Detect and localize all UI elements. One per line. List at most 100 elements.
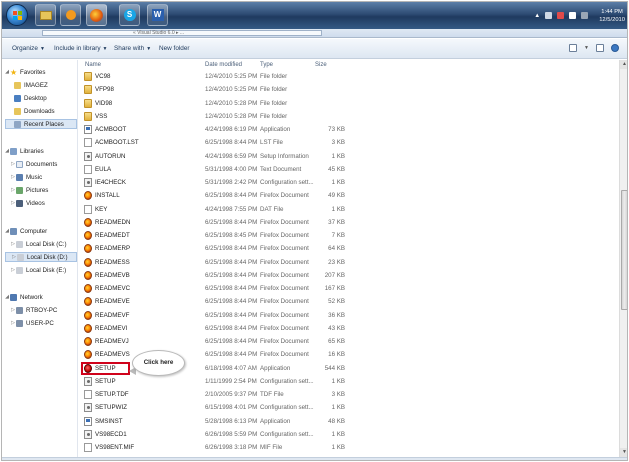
- taskbar-clock[interactable]: 1:44 PM 12/5/2010: [599, 8, 625, 24]
- file-row[interactable]: READMEDT 6/25/1998 8:45 PM Firefox Documen…: [79, 229, 619, 242]
- vertical-scrollbar[interactable]: ▲ ▼: [619, 60, 627, 457]
- explorer-taskbar-icon[interactable]: [35, 4, 56, 26]
- file-row[interactable]: VSS 12/4/2010 5:28 PM File folder: [79, 110, 619, 123]
- column-size[interactable]: Size: [315, 62, 327, 68]
- column-type[interactable]: Type: [260, 62, 273, 68]
- file-row[interactable]: SMSINST 5/28/1998 6:13 PM Application 48 KB: [79, 415, 619, 428]
- nav-disk-c[interactable]: ▷ Local Disk (C:): [10, 239, 67, 249]
- scroll-down-icon[interactable]: ▼: [620, 448, 627, 457]
- file-type: Firefox Document: [260, 311, 309, 319]
- flag-tray-icon[interactable]: [569, 12, 577, 19]
- firefox-document-icon: [84, 350, 92, 360]
- file-name: READMESS: [95, 258, 130, 266]
- nav-videos[interactable]: ▷ Videos: [10, 198, 45, 208]
- file-row[interactable]: SETUP.TDF 2/10/2005 9:37 PM TDF File 3 KB: [79, 388, 619, 401]
- volume-tray-icon[interactable]: [581, 12, 589, 19]
- scroll-up-icon[interactable]: ▲: [620, 60, 627, 69]
- file-date-modified: 6/25/1998 8:44 PM: [205, 218, 258, 226]
- firefox-taskbar-icon[interactable]: [86, 4, 107, 26]
- file-row[interactable]: VID98 12/4/2010 5:28 PM File folder: [79, 97, 619, 110]
- file-row[interactable]: READMEVF 6/25/1998 8:44 PM Firefox Documen…: [79, 309, 619, 322]
- file-type: Firefox Document: [260, 218, 309, 226]
- nav-libraries[interactable]: ◢ Libraries: [4, 146, 44, 156]
- file-date-modified: 6/25/1998 8:44 PM: [205, 192, 258, 200]
- show-hidden-icons-icon[interactable]: ▲: [534, 13, 540, 19]
- nav-favorites[interactable]: ◢ ★ Favorites: [4, 67, 45, 77]
- file-date-modified: 6/25/1998 8:44 PM: [205, 338, 258, 345]
- file-row[interactable]: INSTALL 6/25/1998 8:44 PM Firefox Document…: [79, 189, 619, 202]
- file-row[interactable]: READMEDN 6/25/1998 8:44 PM Firefox Documen…: [79, 216, 619, 229]
- nav-pc-rtboy[interactable]: ▷ RTBOY-PC: [10, 305, 57, 315]
- organize-button[interactable]: Organize ▼: [12, 45, 45, 52]
- file-name: READMEVS: [95, 351, 130, 359]
- media-player-taskbar-icon[interactable]: [60, 4, 81, 26]
- scrollbar-thumb[interactable]: [621, 190, 627, 310]
- nav-desktop[interactable]: Desktop: [14, 93, 47, 103]
- nav-music[interactable]: ▷ Music: [10, 172, 42, 182]
- file-row[interactable]: EULA 5/31/1998 4:00 PM Text Document 45 KB: [79, 163, 619, 176]
- file-row[interactable]: SETUPWIZ 6/15/1998 4:01 PM Configuration s…: [79, 401, 619, 414]
- drive-icon: [17, 253, 24, 261]
- file-row[interactable]: READMEVI 6/25/1998 8:44 PM Firefox Documen…: [79, 322, 619, 335]
- clock-date: 12/5/2010: [599, 16, 625, 23]
- music-icon: [16, 173, 23, 181]
- file-row[interactable]: VS98ECD1 6/26/1998 5:59 PM Configuration s…: [79, 428, 619, 441]
- nav-imagez[interactable]: IMAGEZ: [14, 80, 48, 90]
- file-type: Configuration sett...: [260, 179, 314, 186]
- nav-disk-d[interactable]: ▷ Local Disk (D:): [5, 252, 77, 262]
- file-row[interactable]: READMEVJ 6/25/1998 8:44 PM Firefox Documen…: [79, 335, 619, 348]
- nav-computer[interactable]: ◢ Computer: [4, 226, 47, 236]
- preview-pane-icon[interactable]: [596, 44, 604, 52]
- file-row[interactable]: ACMBOOT 4/24/1998 6:19 PM Application 73 KB: [79, 123, 619, 136]
- file-row[interactable]: VFP98 12/4/2010 5:25 PM File folder: [79, 83, 619, 96]
- file-row[interactable]: READMESS 6/25/1998 8:44 PM Firefox Documen…: [79, 256, 619, 269]
- skype-taskbar-icon[interactable]: S: [119, 4, 140, 26]
- antivirus-tray-icon[interactable]: [557, 12, 565, 19]
- file-row[interactable]: READMEVC 6/25/1998 8:44 PM Firefox Documen…: [79, 282, 619, 295]
- change-view-icon[interactable]: [569, 44, 578, 52]
- folder-icon: [84, 111, 92, 121]
- nav-pc-user[interactable]: ▷ USER-PC: [10, 318, 54, 328]
- file-row[interactable]: KEY 4/24/1998 7:55 PM DAT File 1 KB: [79, 203, 619, 216]
- settings-file-icon: [84, 178, 92, 187]
- document-icon: [84, 164, 92, 174]
- file-row[interactable]: VS98ENT.MIF 6/26/1998 3:18 PM MIF File 1 KB: [79, 441, 619, 454]
- address-bar[interactable]: « Visual Studio 6.0 ▸ ...: [42, 30, 322, 36]
- file-row[interactable]: IE4CHECK 5/31/1998 2:42 PM Configuration s…: [79, 176, 619, 189]
- column-date-modified[interactable]: Date modified: [205, 62, 242, 68]
- file-row[interactable]: READMERP 6/25/1998 8:44 PM Firefox Documen…: [79, 242, 619, 255]
- help-icon[interactable]: [611, 44, 619, 52]
- file-type: Text Document: [260, 165, 302, 173]
- nav-pictures[interactable]: ▷ Pictures: [10, 185, 48, 195]
- nav-imagez-label: IMAGEZ: [24, 81, 48, 89]
- nav-recent-places[interactable]: Recent Places: [5, 119, 77, 129]
- file-name: READMEVC: [95, 285, 131, 292]
- start-orb-icon[interactable]: [6, 4, 28, 26]
- navigation-pane: ◢ ★ Favorites IMAGEZ Desktop Downloads Rec…: [2, 60, 78, 457]
- nav-disk-e[interactable]: ▷ Local Disk (E:): [10, 265, 66, 275]
- file-row[interactable]: VC98 12/4/2010 5:25 PM File folder: [79, 70, 619, 83]
- file-name: ACMBOOT: [95, 126, 127, 133]
- network-icon: [10, 293, 17, 301]
- view-dropdown-icon[interactable]: ▼: [584, 45, 589, 51]
- file-row[interactable]: SETUP 1/11/1999 2:54 PM Configuration sett…: [79, 375, 619, 388]
- word-taskbar-icon[interactable]: W: [147, 4, 168, 26]
- file-type: Firefox Document: [260, 258, 309, 266]
- file-row[interactable]: READMEVE 6/25/1998 8:44 PM Firefox Documen…: [79, 295, 619, 308]
- share-with-button[interactable]: Share with ▼: [114, 45, 151, 52]
- file-name: VS98ECD1: [95, 430, 127, 438]
- column-name[interactable]: Name: [85, 62, 101, 68]
- file-row[interactable]: SETUP 6/18/1998 4:07 AM Application 544 KB C…: [79, 349, 619, 376]
- nav-documents[interactable]: ▷ Documents: [10, 159, 57, 169]
- include-in-library-button[interactable]: Include in library ▼: [54, 45, 108, 52]
- file-name: ACMBOOT.LST: [95, 139, 139, 147]
- new-folder-button[interactable]: New folder: [159, 45, 190, 52]
- file-type: Firefox Document: [260, 298, 309, 306]
- file-date-modified: 6/25/1998 8:44 PM: [205, 351, 258, 359]
- nav-downloads[interactable]: Downloads: [14, 106, 55, 116]
- file-row[interactable]: AUTORUN 4/24/1998 6:59 PM Setup Informatio…: [79, 150, 619, 163]
- nav-network[interactable]: ◢ Network: [4, 292, 43, 302]
- network-tray-icon[interactable]: [545, 12, 553, 19]
- file-row[interactable]: ACMBOOT.LST 6/25/1998 8:44 PM LST File 3 KB: [79, 136, 619, 149]
- file-row[interactable]: READMEVB 6/25/1998 8:44 PM Firefox Documen…: [79, 269, 619, 282]
